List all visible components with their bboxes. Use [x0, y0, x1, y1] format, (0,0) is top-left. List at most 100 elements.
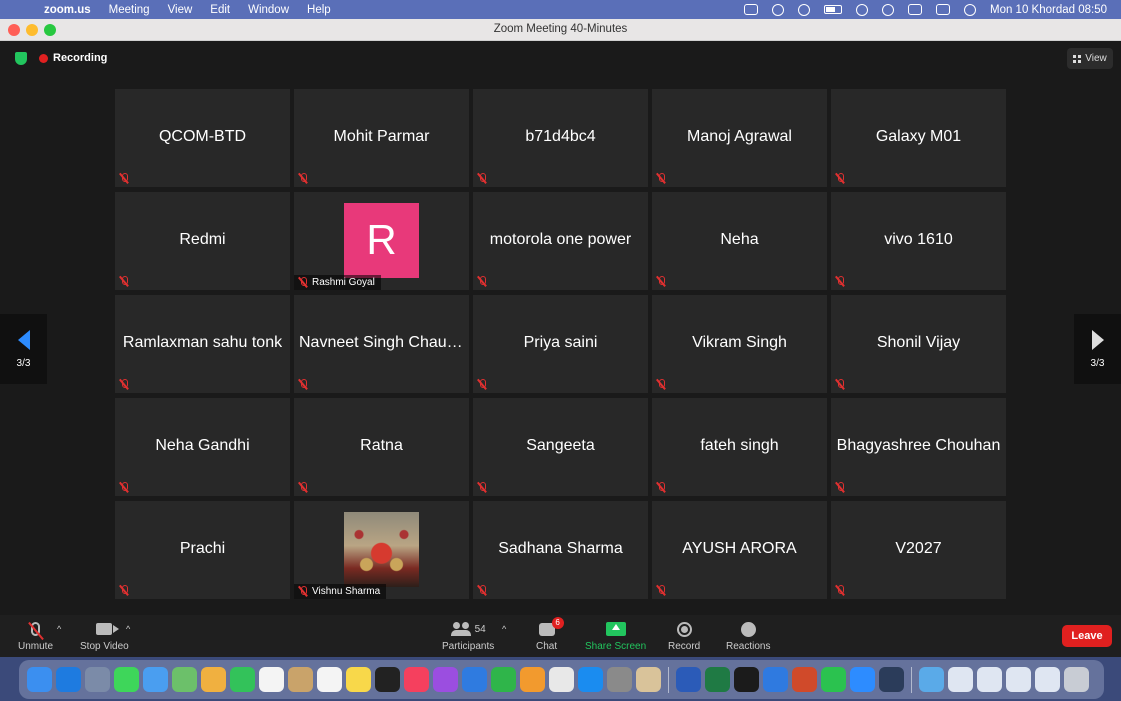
window-thumb-2-icon[interactable]: [977, 667, 1002, 692]
powerpoint-icon[interactable]: [792, 667, 817, 692]
unmute-label: Unmute: [18, 641, 54, 652]
pages-icon[interactable]: [520, 667, 545, 692]
security-shield-icon[interactable]: [15, 52, 27, 65]
menubar-clock[interactable]: Mon 10 Khordad 08:50: [990, 4, 1107, 16]
menu-meeting[interactable]: Meeting: [109, 4, 150, 16]
menu-edit[interactable]: Edit: [210, 4, 230, 16]
notes-icon[interactable]: [346, 667, 371, 692]
zoom-status-icon[interactable]: [743, 4, 758, 15]
safari-icon[interactable]: [56, 667, 81, 692]
facetime-icon[interactable]: [230, 667, 255, 692]
display-icon[interactable]: [907, 4, 922, 15]
trash-icon[interactable]: [1064, 667, 1089, 692]
stop-video-button[interactable]: Stop Video: [80, 621, 129, 652]
window-thumb-3-icon[interactable]: [1006, 667, 1031, 692]
contacts-icon[interactable]: [288, 667, 313, 692]
play-status-icon[interactable]: [771, 3, 784, 16]
record-button[interactable]: Record: [668, 621, 700, 652]
reminders-icon[interactable]: [317, 667, 342, 692]
participant-tile[interactable]: Galaxy M01: [831, 89, 1006, 187]
maps-icon[interactable]: [172, 667, 197, 692]
mail-icon[interactable]: [143, 667, 168, 692]
word-icon[interactable]: [676, 667, 701, 692]
calendar-icon[interactable]: [259, 667, 284, 692]
participant-tile[interactable]: Neha Gandhi: [115, 398, 290, 496]
window-thumb-1-icon[interactable]: [948, 667, 973, 692]
control-center-icon[interactable]: [935, 4, 950, 15]
unmute-button[interactable]: Unmute: [18, 621, 53, 652]
participant-tile[interactable]: Navneet Singh Chaud...: [294, 295, 469, 393]
participant-tile[interactable]: Vikram Singh: [652, 295, 827, 393]
system-preferences-icon[interactable]: [607, 667, 632, 692]
finder-icon[interactable]: [27, 667, 52, 692]
wifi-icon[interactable]: [855, 3, 868, 16]
participant-tile[interactable]: Manoj Agrawal: [652, 89, 827, 187]
participant-tile[interactable]: Bhagyashree Chouhan: [831, 398, 1006, 496]
activity-monitor-icon[interactable]: [734, 667, 759, 692]
participant-tile[interactable]: b71d4bc4: [473, 89, 648, 187]
participant-name: b71d4bc4: [525, 128, 596, 145]
preview-icon[interactable]: [636, 667, 661, 692]
participant-tile[interactable]: QCOM-BTD: [115, 89, 290, 187]
menu-view[interactable]: View: [168, 4, 193, 16]
numbers-icon[interactable]: [491, 667, 516, 692]
video-options-caret-icon[interactable]: ^: [126, 624, 130, 634]
music-icon[interactable]: [404, 667, 429, 692]
participant-tile[interactable]: Sadhana Sharma: [473, 501, 648, 599]
recording-indicator[interactable]: Recording: [39, 52, 107, 64]
participant-tile[interactable]: Redmi: [115, 192, 290, 290]
whatsapp-icon[interactable]: [821, 667, 846, 692]
participants-options-caret-icon[interactable]: ^: [502, 624, 506, 634]
share-screen-button[interactable]: Share Screen: [585, 621, 646, 652]
participant-tile[interactable]: Sangeeta: [473, 398, 648, 496]
moon-icon[interactable]: [797, 3, 810, 16]
battery-icon[interactable]: [823, 5, 842, 14]
participant-tile[interactable]: motorola one power: [473, 192, 648, 290]
app-store-icon[interactable]: [578, 667, 603, 692]
participant-tile[interactable]: AYUSH ARORA: [652, 501, 827, 599]
participant-tile[interactable]: Shonil Vijay: [831, 295, 1006, 393]
chat-button[interactable]: 6 Chat: [536, 616, 564, 652]
chrome-icon[interactable]: [549, 667, 574, 692]
keynote-icon[interactable]: [462, 667, 487, 692]
arrow-left-icon: [17, 329, 30, 350]
participant-tile[interactable]: Ramlaxman sahu tonk: [115, 295, 290, 393]
photos-icon[interactable]: [201, 667, 226, 692]
next-page-button[interactable]: 3/3: [1074, 314, 1121, 384]
menu-window[interactable]: Window: [248, 4, 289, 16]
reactions-button[interactable]: Reactions: [726, 621, 770, 652]
zoom-icon[interactable]: [850, 667, 875, 692]
participant-tile[interactable]: Priya saini: [473, 295, 648, 393]
participant-tile[interactable]: Mohit Parmar: [294, 89, 469, 187]
excel-icon[interactable]: [705, 667, 730, 692]
previous-page-button[interactable]: 3/3: [0, 314, 47, 384]
participant-tile[interactable]: Ratna: [294, 398, 469, 496]
leave-button[interactable]: Leave: [1062, 625, 1112, 647]
muted-microphone-icon: [119, 173, 129, 184]
messages-icon[interactable]: [114, 667, 139, 692]
spotlight-search-icon[interactable]: [881, 3, 894, 16]
participant-tile[interactable]: vivo 1610: [831, 192, 1006, 290]
muted-microphone-icon: [477, 482, 487, 493]
bluetooth-icon[interactable]: [763, 667, 788, 692]
participant-tile[interactable]: fateh singh: [652, 398, 827, 496]
siri-icon[interactable]: [963, 3, 976, 16]
folder-icon[interactable]: [919, 667, 944, 692]
participant-tile[interactable]: V2027: [831, 501, 1006, 599]
participants-button[interactable]: 54 Participants: [442, 621, 494, 652]
quicktime-icon[interactable]: [879, 667, 904, 692]
window-thumb-4-icon[interactable]: [1035, 667, 1060, 692]
participant-tile[interactable]: Vishnu Sharma: [294, 501, 469, 599]
participant-tile[interactable]: Neha: [652, 192, 827, 290]
podcasts-icon[interactable]: [433, 667, 458, 692]
view-button[interactable]: View: [1067, 48, 1113, 69]
menu-app-name[interactable]: zoom.us: [44, 4, 91, 16]
arrow-right-icon: [1091, 329, 1104, 350]
participant-tile[interactable]: Prachi: [115, 501, 290, 599]
launchpad-icon[interactable]: [85, 667, 110, 692]
participant-tile[interactable]: R Rashmi Goyal: [294, 192, 469, 290]
muted-microphone-icon: [656, 276, 666, 287]
audio-options-caret-icon[interactable]: ^: [57, 624, 61, 634]
apple-tv-icon[interactable]: [375, 667, 400, 692]
menu-help[interactable]: Help: [307, 4, 331, 16]
